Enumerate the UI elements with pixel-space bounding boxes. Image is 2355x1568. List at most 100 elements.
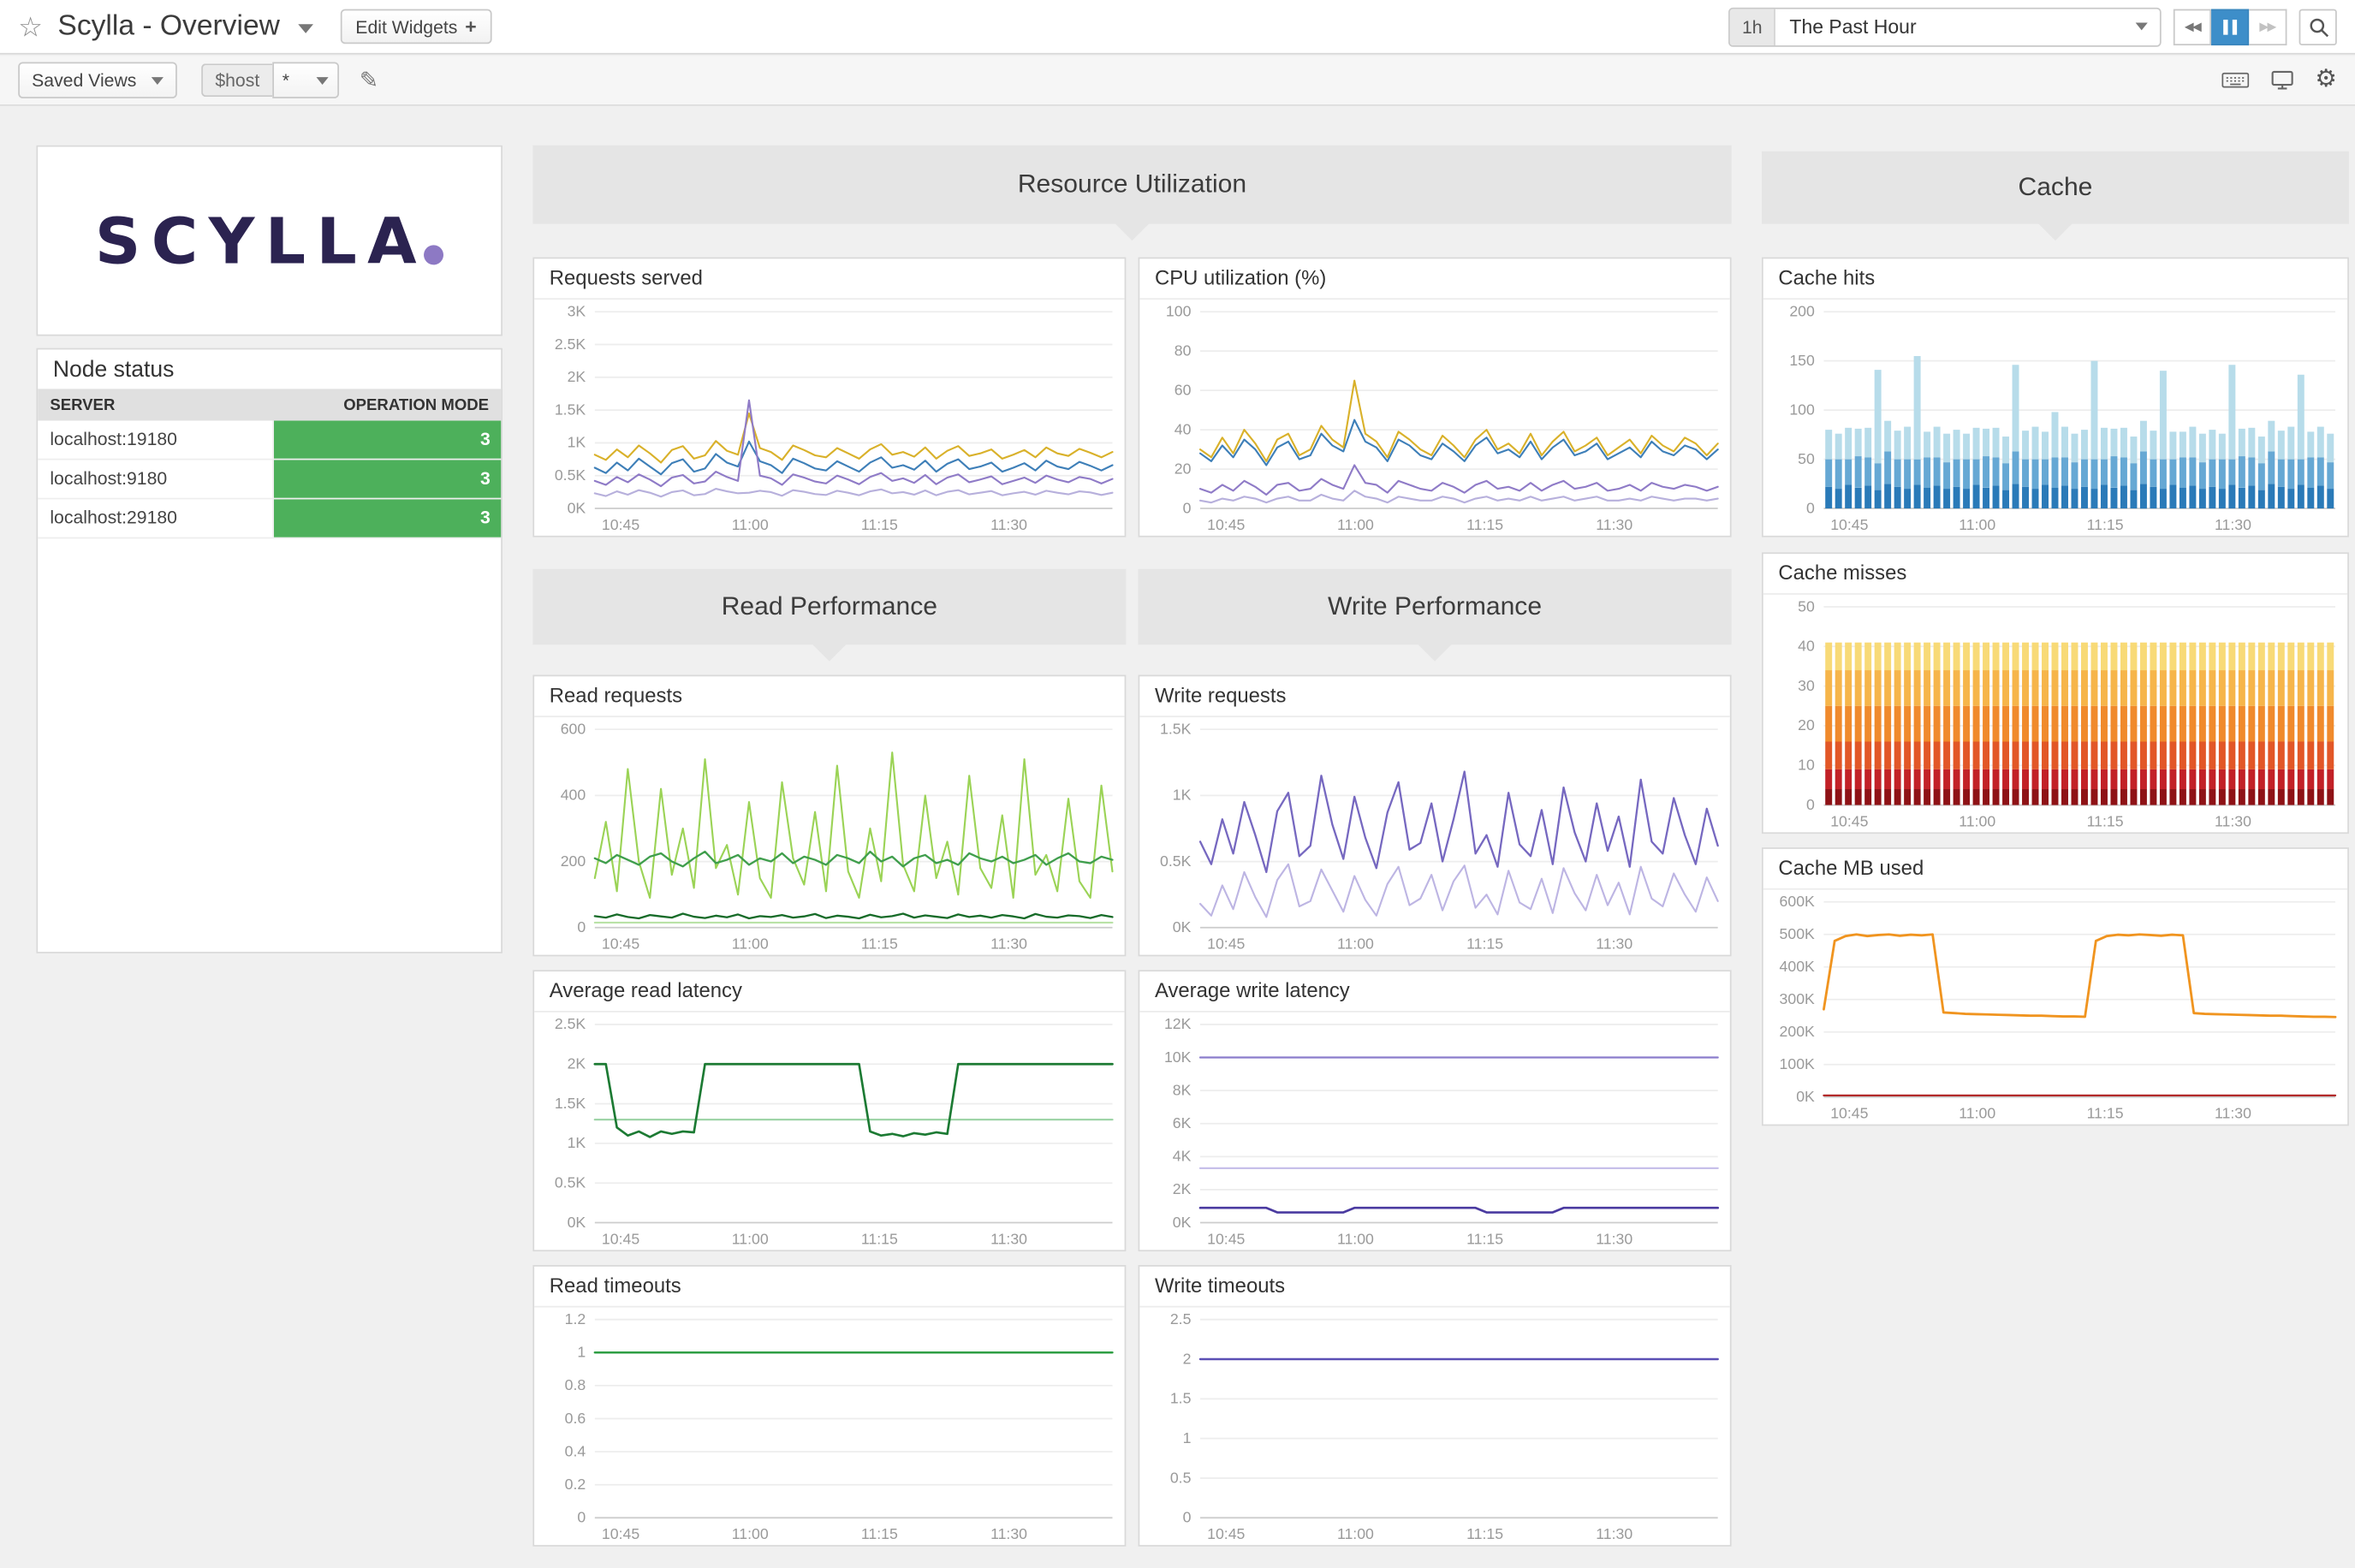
chart-cache-misses: Cache misses 0102030405010:4511:0011:151… [1762,552,2349,834]
chart-plot-area[interactable]: 0K0.5K1K1.5K2K2.5K3K10:4511:0011:1511:30 [534,300,1125,536]
svg-text:11:30: 11:30 [2215,812,2251,829]
svg-text:300K: 300K [1780,990,1815,1007]
svg-text:3K: 3K [568,303,586,320]
forward-button[interactable]: ▶▶ [2249,9,2287,45]
table-row: localhost:291803 [38,499,501,538]
chart-plot-area[interactable]: 00.511.522.510:4511:0011:1511:30 [1139,1308,1730,1546]
playback-controls: ◀◀ ▶▶ [2174,9,2287,45]
chart-plot-area[interactable]: 0K2K4K6K8K10K12K10:4511:0011:1511:30 [1139,1013,1730,1250]
svg-text:1K: 1K [1173,787,1192,804]
chart-average-write-latency: Average write latency 0K2K4K6K8K10K12K10… [1139,970,1732,1251]
svg-text:11:30: 11:30 [990,1525,1027,1542]
group-header-cache[interactable]: Cache [1762,151,2349,224]
node-status-card: Node status SERVER OPERATION MODE localh… [36,348,503,953]
svg-text:6K: 6K [1173,1114,1192,1131]
svg-text:0: 0 [1183,499,1192,516]
svg-text:600: 600 [561,720,586,737]
svg-text:11:00: 11:00 [1959,516,1995,533]
svg-text:20: 20 [1798,716,1815,734]
edit-pencil-icon[interactable]: ✎ [360,67,378,94]
title-dropdown-chevron-icon[interactable] [298,23,313,33]
chart-plot-area[interactable]: 0102030405010:4511:0011:1511:30 [1763,595,2347,833]
svg-text:50: 50 [1798,597,1815,615]
svg-text:11:30: 11:30 [1596,1525,1632,1542]
server-cell: localhost:9180 [38,460,274,497]
svg-text:11:30: 11:30 [990,935,1027,953]
host-variable-label: $host [201,63,271,97]
svg-text:10:45: 10:45 [1830,516,1868,533]
chart-plot-area[interactable]: 0K0.5K1K1.5K2K2.5K10:4511:0011:1511:30 [534,1013,1125,1250]
svg-text:11:00: 11:00 [1337,1525,1374,1542]
svg-text:400: 400 [561,787,586,804]
svg-text:100K: 100K [1780,1055,1815,1072]
svg-text:11:00: 11:00 [1959,812,1995,829]
svg-text:0K: 0K [568,1214,586,1231]
chart-plot-area[interactable]: 00.20.40.60.811.210:4511:0011:1511:30 [534,1308,1125,1546]
svg-text:11:15: 11:15 [861,516,898,533]
chart-plot-area[interactable]: 05010015020010:4511:0011:1511:30 [1763,300,2347,536]
keyboard-shortcuts-icon[interactable] [2221,69,2249,91]
pause-button[interactable] [2211,9,2249,45]
zoom-magnifier-button[interactable] [2299,9,2337,45]
svg-text:11:15: 11:15 [2087,516,2124,533]
pause-bar-icon [2232,19,2236,34]
rewind-button[interactable]: ◀◀ [2174,9,2211,45]
host-variable-dropdown[interactable]: * [271,62,338,98]
chart-title: Average write latency [1139,971,1730,1013]
chart-plot-area[interactable]: 0K100K200K300K400K500K600K10:4511:0011:1… [1763,890,2347,1125]
svg-text:1.5K: 1.5K [555,1095,586,1112]
svg-text:150: 150 [1789,352,1815,369]
svg-text:10K: 10K [1164,1048,1192,1066]
svg-text:60: 60 [1175,381,1192,398]
svg-text:1.5K: 1.5K [555,401,586,418]
saved-views-label: Saved Views [32,69,136,91]
dashboard-viewport: ☆ Scylla - Overview Edit Widgets + 1h Th… [0,0,2355,1568]
group-header-read-performance[interactable]: Read Performance [532,569,1126,644]
timeframe-selector[interactable]: 1h The Past Hour [1728,7,2162,46]
chart-title: Requests served [534,258,1125,300]
svg-text:10:45: 10:45 [1830,812,1868,829]
node-status-title: Node status [38,349,501,389]
settings-gear-icon[interactable]: ⚙ [2315,68,2336,92]
chart-title: CPU utilization (%) [1139,258,1730,300]
chart-title: Average read latency [534,971,1125,1013]
favorite-star-icon[interactable]: ☆ [18,13,43,40]
saved-views-dropdown[interactable]: Saved Views [18,62,177,98]
svg-text:40: 40 [1798,638,1815,655]
svg-text:2.5K: 2.5K [555,1015,586,1032]
chart-plot-area[interactable]: 02040608010010:4511:0011:1511:30 [1139,300,1730,536]
edit-widgets-button[interactable]: Edit Widgets + [341,9,492,45]
chart-cache-hits: Cache hits 05010015020010:4511:0011:1511… [1762,258,2349,538]
group-title: Resource Utilization [1018,169,1246,199]
svg-text:11:00: 11:00 [732,1230,769,1247]
magnifier-icon [2307,16,2328,38]
chart-title: Read timeouts [534,1267,1125,1308]
svg-text:11:15: 11:15 [1466,935,1503,953]
table-row: localhost:91803 [38,460,501,499]
svg-text:8K: 8K [1173,1081,1192,1098]
chart-title: Cache MB used [1763,849,2347,890]
svg-text:11:00: 11:00 [732,935,769,953]
pause-bar-icon [2222,19,2227,34]
saved-views-chevron-icon [152,76,164,84]
plus-icon: + [465,15,476,39]
svg-text:12K: 12K [1164,1015,1192,1032]
svg-text:11:00: 11:00 [732,1525,769,1542]
svg-text:2.5: 2.5 [1170,1310,1192,1327]
svg-text:2.5K: 2.5K [555,336,586,353]
svg-text:0.5K: 0.5K [555,1174,586,1191]
timeframe-label: The Past Hour [1775,15,2126,39]
group-header-resource-utilization[interactable]: Resource Utilization [532,146,1731,224]
tv-mode-icon[interactable] [2269,69,2293,91]
column-header-server: SERVER [38,395,274,413]
scylla-logo-dot-icon [424,245,443,264]
group-header-write-performance[interactable]: Write Performance [1139,569,1732,644]
svg-text:1: 1 [1183,1429,1192,1446]
svg-text:40: 40 [1175,420,1192,437]
server-cell: localhost:29180 [38,499,274,537]
chart-plot-area[interactable]: 0K0.5K1K1.5K10:4511:0011:1511:30 [1139,717,1730,955]
svg-text:1K: 1K [568,434,586,451]
svg-text:0.5: 0.5 [1170,1469,1192,1486]
operation-mode-bar: 3 [274,421,501,459]
chart-plot-area[interactable]: 020040060010:4511:0011:1511:30 [534,717,1125,955]
